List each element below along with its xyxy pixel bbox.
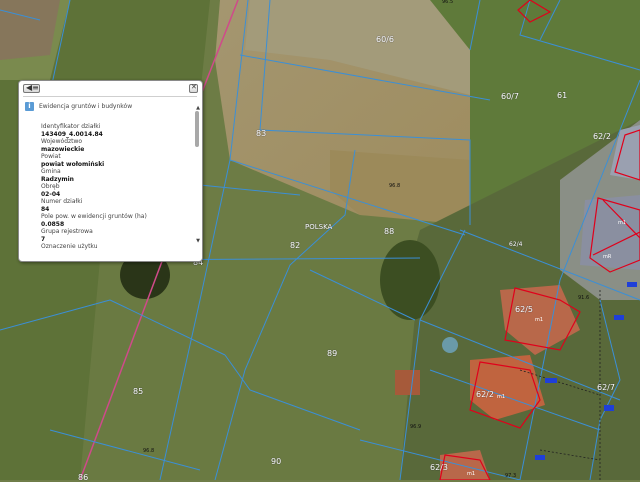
garden-pool xyxy=(442,337,458,353)
field-label: Pole pow. w ewidencji gruntów (ha) xyxy=(41,213,147,220)
address-marker[interactable] xyxy=(545,378,557,383)
parcel-info-popup: ◀≡ ✕ i Ewidencja gruntów i budynków Iden… xyxy=(18,80,203,262)
parcel-label[interactable]: 62/5 xyxy=(515,306,533,314)
back-button[interactable]: ◀≡ xyxy=(23,83,40,93)
address-marker[interactable] xyxy=(604,405,614,411)
elevation-label: 96.9 xyxy=(410,424,422,430)
field-value: powiat wołomiński xyxy=(41,160,105,168)
field-label: Województwo xyxy=(41,138,83,145)
field-label: Grupa rejestrowa xyxy=(41,228,93,235)
field-value: 143409_4.0014.84 xyxy=(41,130,103,138)
parcel-label[interactable]: 88 xyxy=(384,228,394,236)
elevation-label: 97.3 xyxy=(505,473,517,479)
address-marker[interactable] xyxy=(535,455,545,460)
parcel-label[interactable]: 62/4 xyxy=(509,242,522,248)
field-value: 7 xyxy=(41,235,46,243)
parcel-label[interactable]: 86 xyxy=(78,474,88,482)
parcel-label[interactable]: 60/6 xyxy=(376,36,394,44)
close-icon: ✕ xyxy=(191,83,197,91)
parcel-label[interactable]: 83 xyxy=(256,130,266,138)
parcel-label[interactable]: 61 xyxy=(557,92,567,100)
field-label: Obręb xyxy=(41,183,60,190)
building-use-label: m1 xyxy=(618,220,627,226)
info-icon: i xyxy=(25,102,34,111)
parcel-label[interactable]: 89 xyxy=(327,350,337,358)
elevation-label: 96.5 xyxy=(442,0,454,5)
parcel-label[interactable]: 82 xyxy=(290,242,300,250)
field-label: Oznaczenie użytku xyxy=(41,243,98,250)
popup-content: Identyfikator działki 143409_4.0014.84 W… xyxy=(41,123,191,258)
country-label: POLSKA xyxy=(305,223,333,231)
parcel-label[interactable]: 90 xyxy=(271,458,281,466)
parcel-label[interactable]: 60/7 xyxy=(501,93,519,101)
field-label: Powiat xyxy=(41,153,61,160)
field-value: mazowieckie xyxy=(41,145,85,153)
field-label: Identyfikator działki xyxy=(41,123,101,130)
address-marker[interactable] xyxy=(627,282,637,287)
scroll-down-arrow-icon[interactable]: ▼ xyxy=(196,238,200,244)
parcel-label[interactable]: 62/2 xyxy=(593,133,611,141)
popup-toolbar: ◀≡ ✕ xyxy=(19,81,202,95)
address-marker[interactable] xyxy=(614,315,624,320)
parcel-label[interactable]: 62/3 xyxy=(430,464,448,472)
parcel-label[interactable]: 62/7 xyxy=(597,384,615,392)
popup-title: Ewidencja gruntów i budynków xyxy=(39,103,133,110)
building-use-label: m1 xyxy=(535,317,544,323)
elevation-label: 91.6 xyxy=(578,295,590,301)
parcel-label[interactable]: 85 xyxy=(133,388,143,396)
building-use-label: m1 xyxy=(497,394,506,400)
elevation-label: 96.8 xyxy=(143,448,155,454)
divider xyxy=(23,96,197,97)
parcel-label[interactable]: 62/2 xyxy=(476,391,494,399)
scrollbar-thumb[interactable] xyxy=(195,111,199,147)
field-label: Gmina xyxy=(41,168,61,175)
building-use-label: m1 xyxy=(467,471,476,477)
field-value: 84 xyxy=(41,205,50,213)
field-label: Numer działki xyxy=(41,198,83,205)
field-value: 0.0858 xyxy=(41,220,65,228)
close-button[interactable]: ✕ xyxy=(189,83,198,93)
list-back-icon: ◀≡ xyxy=(26,83,39,92)
field-value: Radzymin xyxy=(41,175,74,183)
elevation-label: 96.8 xyxy=(389,183,401,189)
field-value: 02-04 xyxy=(41,190,61,198)
building-use-label: mR xyxy=(603,254,612,260)
